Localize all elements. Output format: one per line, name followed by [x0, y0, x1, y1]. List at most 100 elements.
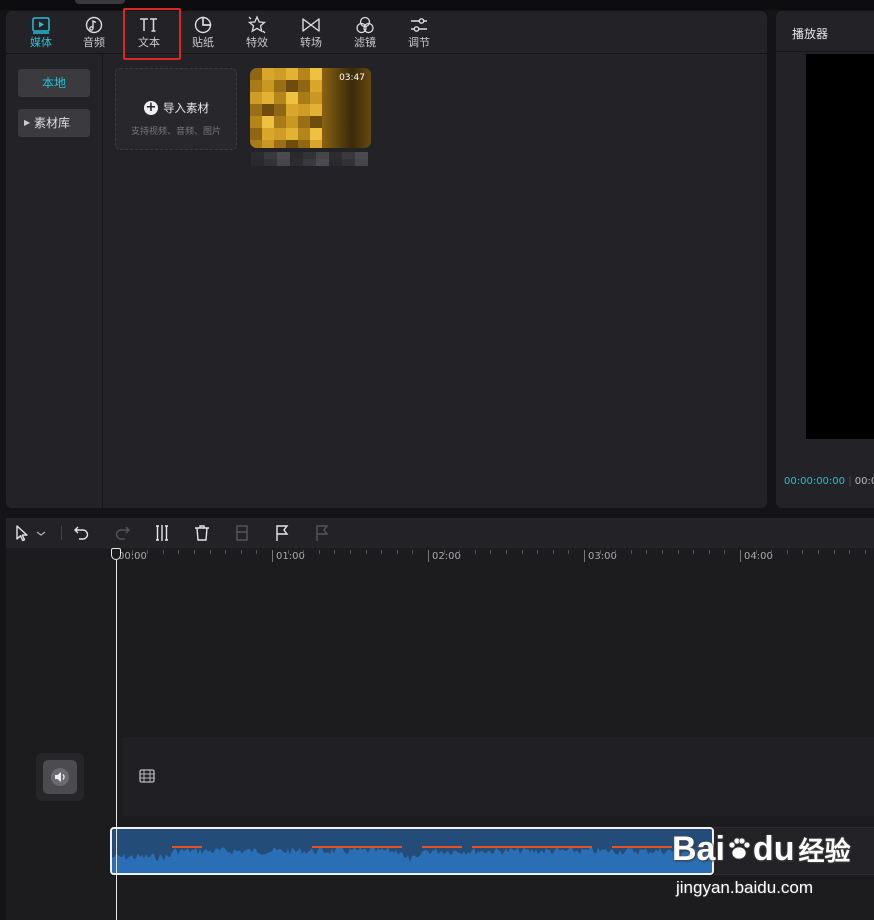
tab-filter-label: 滤镜 — [354, 36, 376, 49]
import-media-button[interactable]: + 导入素材 — [144, 99, 209, 117]
mosaic-block — [316, 152, 329, 159]
media-panel: 媒体 音频 文本 贴纸 特效 转场 滤镜 调节 本地 ▶ 素材库 + 导入素材 … — [6, 11, 767, 508]
ruler-tick — [708, 550, 710, 554]
ruler-tick — [568, 550, 570, 554]
mosaic-block — [262, 128, 274, 140]
ruler-tick — [537, 550, 539, 554]
timeline-ruler[interactable]: 00:00 01:00 02:00 03:00 04:00 — [114, 548, 874, 568]
ruler-tick — [194, 550, 195, 554]
speaker-icon — [51, 768, 69, 786]
chevron-down-icon[interactable] — [34, 523, 48, 543]
mosaic-block — [316, 159, 329, 166]
ruler-tick — [350, 550, 351, 554]
ruler-tick — [147, 550, 149, 554]
playhead-handle[interactable] — [111, 548, 121, 560]
sidebar-item-local[interactable]: 本地 — [18, 69, 90, 97]
mosaic-block — [355, 152, 368, 159]
ruler-tick — [693, 550, 695, 554]
player-screen[interactable] — [806, 54, 874, 439]
ruler-tick — [506, 550, 507, 554]
mosaic-block — [277, 152, 290, 159]
ruler-tick — [521, 550, 523, 554]
audio-track-header — [36, 753, 84, 801]
sidebar-item-library[interactable]: ▶ 素材库 — [18, 109, 90, 137]
tab-media-label: 媒体 — [30, 36, 52, 49]
track-mute-button[interactable] — [43, 760, 77, 794]
plus-icon: + — [144, 100, 158, 115]
ruler-tick — [786, 550, 788, 554]
mosaic-block — [251, 152, 264, 159]
select-cursor-icon[interactable] — [12, 523, 32, 543]
mosaic-block — [303, 152, 316, 159]
ruler-tick — [677, 550, 679, 554]
tab-filter[interactable]: 滤镜 — [339, 11, 391, 53]
import-media-card[interactable]: + 导入素材 支持视频、音频、图片 — [115, 68, 237, 150]
mosaic-block — [303, 159, 316, 166]
waveform-clipping-peak — [172, 846, 202, 848]
waveform-clipping-peak — [422, 846, 462, 848]
tab-media[interactable]: 媒体 — [15, 11, 67, 53]
tab-transition-label: 转场 — [300, 36, 322, 49]
mosaic-block — [262, 140, 274, 148]
transition-icon — [302, 18, 320, 32]
ruler-tick — [287, 550, 289, 554]
playhead-line[interactable] — [116, 548, 117, 920]
ruler-tick — [833, 550, 835, 554]
mosaic-block — [310, 80, 322, 92]
ruler-tick — [474, 550, 476, 554]
main-track-lane[interactable] — [123, 737, 874, 816]
mosaic-block — [251, 159, 264, 166]
tab-adjust[interactable]: 调节 — [393, 11, 445, 53]
ruler-label: 03:00 — [588, 551, 617, 562]
film-strip-icon — [139, 769, 155, 783]
watermark-url: jingyan.baidu.com — [676, 878, 814, 897]
mosaic-block — [310, 68, 322, 80]
audio-icon — [85, 16, 103, 34]
mosaic-block — [310, 140, 322, 148]
ruler-tick — [318, 550, 320, 554]
import-media-hint: 支持视频、音频、图片 — [130, 127, 221, 137]
mosaic-block — [262, 68, 274, 80]
mosaic-block — [286, 128, 298, 140]
tab-effects-label: 特效 — [246, 36, 268, 49]
mosaic-block — [250, 104, 262, 116]
ruler-tick — [381, 550, 383, 554]
baidu-jingyan-watermark: Bai du 经验 jingyan.baidu.com — [672, 824, 872, 904]
mosaic-block — [250, 128, 262, 140]
player-divider — [776, 51, 874, 52]
ruler-tick — [724, 550, 726, 554]
mosaic-block — [329, 159, 342, 166]
audio-waveform — [112, 829, 712, 873]
tab-audio[interactable]: 音频 — [68, 11, 120, 53]
ruler-tick — [162, 550, 164, 554]
adjust-icon — [411, 18, 427, 32]
caret-right-icon: ▶ — [24, 118, 31, 127]
split-icon[interactable] — [152, 523, 172, 543]
ruler-tick — [256, 550, 258, 554]
delete-icon[interactable] — [192, 523, 212, 543]
mosaic-block — [274, 140, 286, 148]
timeline-toolbar — [6, 518, 874, 548]
undo-icon[interactable] — [72, 523, 92, 543]
flag-marker-icon[interactable] — [272, 523, 292, 543]
media-item-name-blurred — [251, 152, 369, 166]
ruler-tick — [599, 550, 601, 554]
mosaic-block — [298, 92, 310, 104]
mosaic-block — [274, 68, 286, 80]
tab-sticker[interactable]: 贴纸 — [177, 11, 229, 53]
ruler-tick — [396, 550, 398, 554]
ruler-tick — [864, 550, 866, 554]
mosaic-block — [329, 152, 342, 159]
mosaic-block — [262, 80, 274, 92]
ruler-tick — [849, 550, 851, 554]
top-tab-pill[interactable] — [75, 0, 125, 4]
media-item-thumbnail[interactable]: 03:47 — [250, 68, 371, 148]
tab-effects[interactable]: 特效 — [231, 11, 283, 53]
ruler-tick — [771, 550, 773, 554]
tab-transition[interactable]: 转场 — [285, 11, 337, 53]
ruler-tick — [334, 550, 336, 554]
mosaic-block — [250, 92, 262, 104]
audio-clip[interactable]: mp3 — [110, 827, 714, 875]
tab-audio-label: 音频 — [83, 36, 105, 49]
ruler-tick — [646, 550, 648, 554]
